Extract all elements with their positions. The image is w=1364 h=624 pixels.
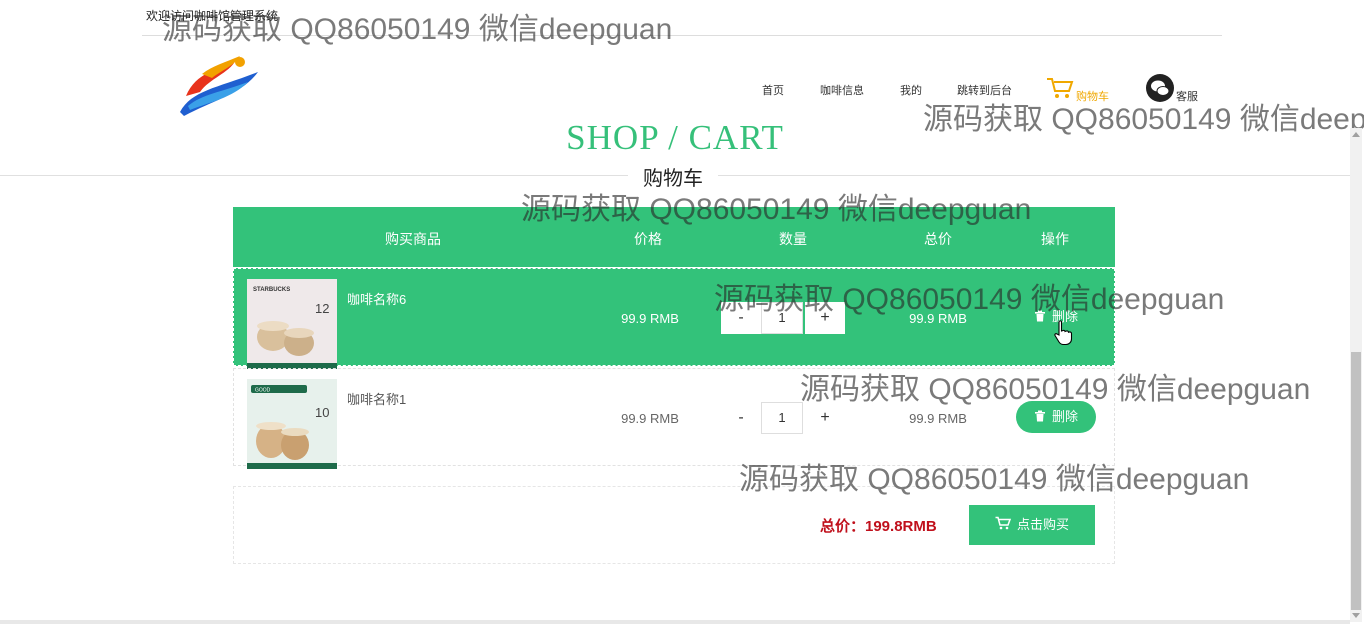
cart-icon (995, 506, 1012, 546)
product-price: 99.9 RMB (621, 311, 679, 326)
delete-button[interactable]: 删除 (1016, 401, 1096, 433)
scroll-up-arrow-icon[interactable] (1352, 132, 1360, 137)
row-total: 99.9 RMB (909, 311, 967, 326)
nav-mine[interactable]: 我的 (900, 82, 922, 98)
cart-icon (1047, 78, 1074, 98)
row-total: 99.9 RMB (909, 411, 967, 426)
product-image-brand: STARBUCKS (253, 287, 290, 293)
page-subtitle: 购物车 (628, 162, 718, 191)
quantity-decrease-button[interactable]: - (721, 302, 761, 334)
product-image-price: 10 (315, 405, 329, 420)
checkout-button[interactable]: 点击购买 (969, 505, 1095, 545)
wechat-icon (1146, 74, 1174, 102)
table-row: STARBUCKS 12 咖啡名称6 99.9 RMB - 1 + 99.9 R… (233, 268, 1115, 369)
trash-icon (1034, 302, 1046, 334)
quantity-increase-button[interactable]: + (805, 302, 845, 334)
product-image[interactable]: GOOD 10 (247, 379, 337, 469)
product-name[interactable]: 咖啡名称6 (347, 289, 406, 308)
quantity-input[interactable]: 1 (761, 402, 803, 434)
page: 欢迎访问咖啡馆管理系统 首页 咖啡信息 我的 跳转到后台 购物车 客服 SHOP… (0, 0, 1364, 624)
hand-cursor-icon (1053, 320, 1073, 351)
grand-total: 总价：199.8RMB (820, 518, 937, 535)
column-header-price: 价格 (634, 231, 662, 247)
product-image-price: 12 (315, 301, 329, 316)
nav-cart-label: 购物车 (1076, 91, 1109, 103)
column-header-product: 购买商品 (385, 231, 441, 247)
site-logo[interactable] (178, 52, 262, 118)
product-name[interactable]: 咖啡名称1 (347, 389, 406, 408)
scroll-down-arrow-icon[interactable] (1352, 613, 1360, 618)
page-title: SHOP / CART (566, 118, 784, 157)
trash-icon (1034, 402, 1046, 434)
nav-service-label: 客服 (1176, 91, 1198, 103)
quantity-stepper: - 1 + (721, 402, 847, 434)
vertical-scrollbar[interactable] (1350, 128, 1362, 622)
scrollbar-thumb[interactable] (1351, 352, 1361, 610)
column-header-action: 操作 (1041, 231, 1069, 247)
table-row: GOOD 10 咖啡名称1 99.9 RMB - 1 + 99.9 RMB 删除 (233, 368, 1115, 469)
quantity-stepper: - 1 + (721, 302, 847, 334)
product-image[interactable]: STARBUCKS 12 (247, 279, 337, 369)
bottom-edge (0, 620, 1350, 624)
checkout-button-label: 点击购买 (1016, 517, 1069, 532)
column-header-total: 总价 (924, 231, 952, 247)
welcome-text: 欢迎访问咖啡馆管理系统 (146, 9, 279, 23)
quantity-decrease-button[interactable]: - (721, 402, 761, 434)
cart-summary: 总价：199.8RMB 点击购买 (233, 486, 1115, 564)
nav-coffee-info[interactable]: 咖啡信息 (820, 82, 864, 98)
product-price: 99.9 RMB (621, 411, 679, 426)
product-image-brand: GOOD (255, 388, 271, 394)
quantity-increase-button[interactable]: + (805, 402, 845, 434)
top-divider (142, 35, 1222, 36)
nav-home[interactable]: 首页 (762, 82, 784, 98)
delete-button-label: 删除 (1051, 409, 1078, 424)
quantity-input[interactable]: 1 (761, 302, 803, 334)
column-header-quantity: 数量 (779, 231, 807, 247)
cart-table-header: 购买商品 价格 数量 总价 操作 (233, 207, 1115, 267)
nav-admin[interactable]: 跳转到后台 (957, 82, 1012, 98)
watermark-text: 源码获取 QQ86050149 微信deepguan (923, 103, 1364, 136)
